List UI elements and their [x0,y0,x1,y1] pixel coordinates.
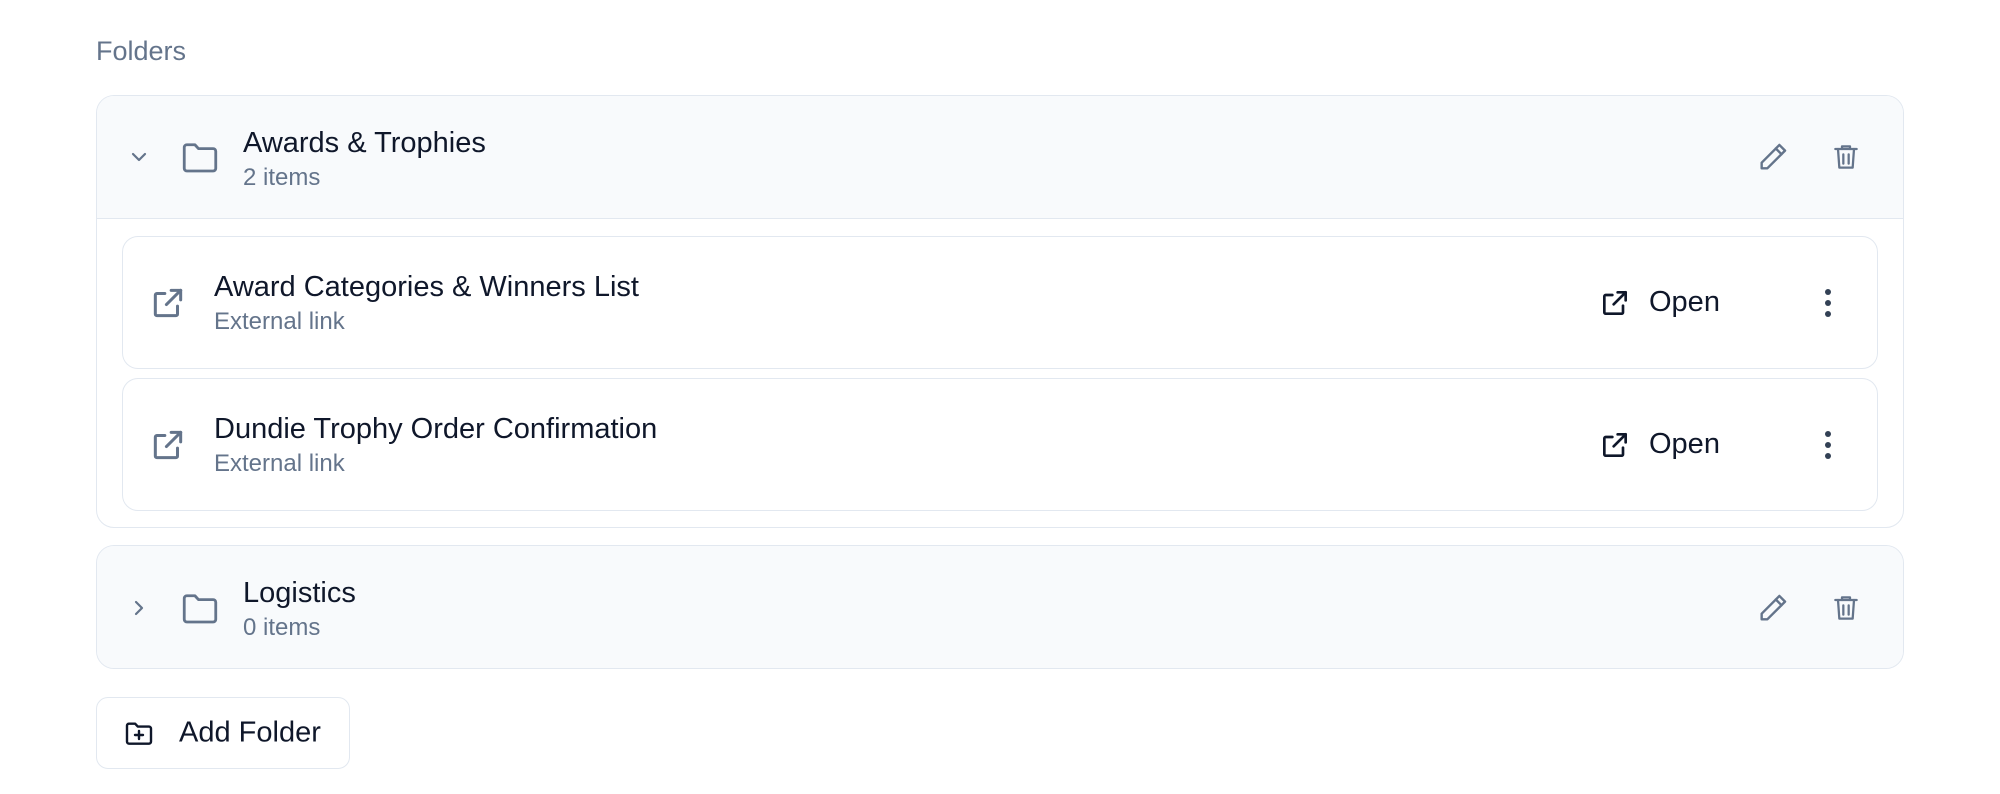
chevron-down-icon[interactable] [127,145,151,169]
folder-item-count: 2 items [243,164,321,191]
edit-folder-button[interactable] [1755,590,1791,626]
add-folder-button[interactable]: Add Folder [96,697,350,769]
pencil-icon [1760,594,1787,621]
item-type: External link [214,308,345,335]
open-button[interactable]: Open [1599,278,1720,328]
trash-icon [1834,595,1858,620]
delete-folder-button[interactable] [1828,139,1864,175]
add-folder-label: Add Folder [179,716,321,749]
item-title: Dundie Trophy Order Confirmation [214,413,658,445]
folder-items-list: Award Categories & Winners List External… [122,236,1878,520]
external-link-icon [1603,290,1627,315]
list-item[interactable]: Award Categories & Winners List External… [122,236,1878,369]
folder-header[interactable]: Logistics 0 items [97,546,1903,668]
delete-folder-button[interactable] [1828,590,1864,626]
more-options-button[interactable] [1813,283,1843,323]
trash-icon [1834,145,1858,169]
section-title: Folders [96,36,187,66]
folder-card-awards: Awards & Trophies 2 items Award Categori… [96,95,1904,528]
open-button-label: Open [1649,428,1720,460]
item-type: External link [214,450,345,477]
pencil-icon [1760,143,1787,170]
open-button[interactable]: Open [1599,420,1720,470]
folder-card-logistics: Logistics 0 items [96,545,1904,669]
folder-plus-icon [125,722,153,745]
more-vertical-icon [1825,430,1831,459]
folder-name: Awards & Trophies [243,127,486,159]
folder-header[interactable]: Awards & Trophies 2 items [97,96,1903,219]
external-link-icon [1603,432,1627,457]
external-link-icon [153,288,183,317]
folder-icon [182,143,218,173]
more-options-button[interactable] [1813,425,1843,465]
folder-item-count: 0 items [243,614,321,641]
folder-icon [182,593,218,623]
folder-name: Logistics [243,577,356,609]
external-link-icon [153,430,183,459]
chevron-right-icon[interactable] [127,596,151,620]
open-button-label: Open [1649,286,1720,318]
edit-folder-button[interactable] [1755,139,1791,175]
item-title: Award Categories & Winners List [214,271,639,303]
more-vertical-icon [1825,288,1831,317]
list-item[interactable]: Dundie Trophy Order Confirmation Externa… [122,378,1878,511]
